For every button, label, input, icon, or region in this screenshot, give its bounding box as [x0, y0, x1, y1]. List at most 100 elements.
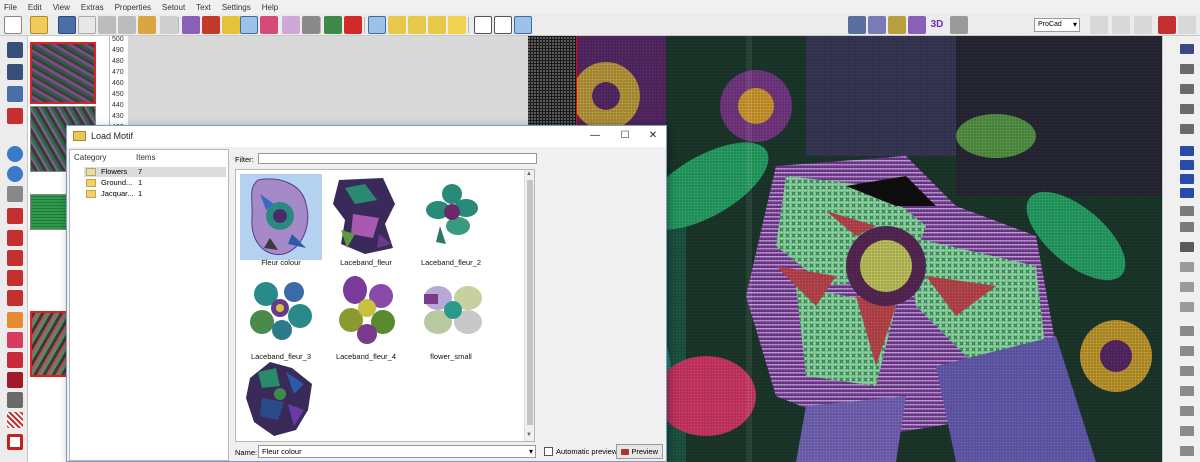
swap-icon[interactable] — [1180, 160, 1194, 170]
edit-pencil-icon[interactable] — [78, 16, 96, 34]
redo-icon[interactable] — [118, 16, 136, 34]
tool-icon[interactable] — [1180, 302, 1194, 312]
cross-icon[interactable] — [7, 372, 23, 388]
palette-icon[interactable] — [282, 16, 300, 34]
category-item-flowers[interactable]: Flowers 7 — [84, 167, 226, 177]
rotate-icon[interactable] — [1180, 188, 1194, 198]
tool-icon[interactable] — [7, 108, 23, 124]
motif-item[interactable]: Laceband_fleur — [325, 174, 407, 267]
stats-alt-icon[interactable] — [1112, 16, 1130, 34]
tool-icon[interactable] — [1180, 446, 1194, 456]
menu-text[interactable]: Text — [196, 3, 211, 12]
motif-tool-icon[interactable] — [182, 16, 200, 34]
tool-icon[interactable] — [1180, 282, 1194, 292]
save-icon[interactable] — [58, 16, 76, 34]
pen-icon[interactable] — [1180, 44, 1194, 54]
print-icon[interactable] — [950, 16, 968, 34]
motif-item[interactable]: Laceband_fleur_4 — [325, 268, 407, 361]
brush-icon[interactable] — [138, 16, 156, 34]
threed-view-button[interactable]: 3D — [928, 16, 946, 34]
arrow-right-icon[interactable] — [1180, 174, 1194, 184]
tool-icon[interactable] — [1180, 84, 1194, 94]
select-rect-icon[interactable] — [368, 16, 386, 34]
menu-edit[interactable]: Edit — [28, 3, 42, 12]
zoom-in-icon[interactable] — [7, 146, 23, 162]
grid-view-icon[interactable] — [240, 16, 258, 34]
tool-icon[interactable] — [1180, 346, 1194, 356]
motif-item[interactable] — [240, 358, 322, 450]
fill-icon[interactable] — [7, 312, 23, 328]
zoom-out-icon[interactable] — [7, 166, 23, 182]
pattern-icon[interactable] — [260, 16, 278, 34]
lasso-select-icon[interactable] — [494, 16, 512, 34]
close-button[interactable]: ✕ — [645, 129, 661, 143]
tool-icon[interactable] — [1180, 206, 1194, 216]
motif-item[interactable]: Fleur colour — [240, 174, 322, 267]
tool-icon[interactable] — [1180, 124, 1194, 134]
menu-file[interactable]: File — [4, 3, 17, 12]
tool-icon[interactable] — [1180, 242, 1194, 252]
simulation-icon[interactable] — [908, 16, 926, 34]
tool-icon[interactable] — [1180, 262, 1194, 272]
filter-input[interactable] — [258, 153, 537, 164]
frame-tool-icon[interactable] — [7, 434, 23, 450]
tool-icon[interactable] — [7, 42, 23, 58]
pencil-tool-icon[interactable] — [222, 16, 240, 34]
scrollbar-thumb[interactable] — [527, 180, 533, 425]
menu-properties[interactable]: Properties — [115, 3, 151, 12]
tool-icon[interactable] — [7, 64, 23, 80]
motif-item[interactable]: Laceband_fleur_3 — [240, 268, 322, 361]
tool-icon[interactable] — [1180, 222, 1194, 232]
chart-icon[interactable] — [1134, 16, 1152, 34]
open-folder-icon[interactable] — [30, 16, 48, 34]
motif-item[interactable]: Laceband_fleur_2 — [410, 174, 492, 267]
maximize-button[interactable]: ☐ — [617, 129, 633, 143]
menu-view[interactable]: View — [53, 3, 70, 12]
properties-icon[interactable] — [160, 16, 178, 34]
category-column-header[interactable]: Category — [74, 153, 106, 162]
shape-tool-icon[interactable] — [7, 270, 23, 286]
tool-icon[interactable] — [1180, 64, 1194, 74]
grid-icon[interactable] — [7, 392, 23, 408]
rect-select-icon[interactable] — [474, 16, 492, 34]
tool-icon[interactable] — [1180, 406, 1194, 416]
stats-icon[interactable] — [1090, 16, 1108, 34]
thumbnail-design[interactable] — [30, 42, 96, 104]
colour-tool-icon[interactable] — [324, 16, 342, 34]
dialog-title-bar[interactable]: Load Motif — ☐ ✕ — [67, 126, 666, 147]
motif-item[interactable]: flower_small — [410, 268, 492, 361]
scroll-down-icon[interactable]: ▼ — [526, 432, 532, 438]
mode-select[interactable]: ProCad — [1034, 18, 1080, 32]
magic-select-icon[interactable] — [514, 16, 532, 34]
undo-icon[interactable] — [98, 16, 116, 34]
frame-third-icon[interactable] — [428, 16, 446, 34]
automatic-preview-checkbox[interactable] — [544, 447, 553, 456]
menu-extras[interactable]: Extras — [81, 3, 104, 12]
stamp-icon[interactable] — [7, 352, 23, 368]
tool-icon[interactable] — [1180, 366, 1194, 376]
curve-tool-icon[interactable] — [7, 250, 23, 266]
frame-icon[interactable] — [388, 16, 406, 34]
scissors-icon[interactable] — [1180, 326, 1194, 336]
name-combobox[interactable]: Fleur colour — [258, 445, 536, 458]
menu-setout[interactable]: Setout — [162, 3, 185, 12]
minimize-button[interactable]: — — [587, 129, 603, 143]
erase-icon[interactable] — [7, 332, 23, 348]
frame-alt-icon[interactable] — [408, 16, 426, 34]
marker-icon[interactable] — [1158, 16, 1176, 34]
menu-help[interactable]: Help — [262, 3, 278, 12]
category-item-jacquard[interactable]: Jacquar... 1 — [84, 189, 226, 199]
tool-icon[interactable] — [1180, 426, 1194, 436]
fill-tool-icon[interactable] — [202, 16, 220, 34]
line-tool-icon[interactable] — [7, 208, 23, 224]
arrow-left-icon[interactable] — [1180, 146, 1194, 156]
tool-icon[interactable] — [7, 86, 23, 102]
thread-icon[interactable] — [888, 16, 906, 34]
scroll-up-icon[interactable]: ▲ — [526, 171, 532, 177]
motif-scrollbar[interactable]: ▲ ▼ — [524, 170, 534, 441]
warning-icon[interactable] — [448, 16, 466, 34]
align-icon[interactable] — [302, 16, 320, 34]
tool-icon[interactable] — [1180, 386, 1194, 396]
texture-icon[interactable] — [868, 16, 886, 34]
new-file-icon[interactable] — [4, 16, 22, 34]
